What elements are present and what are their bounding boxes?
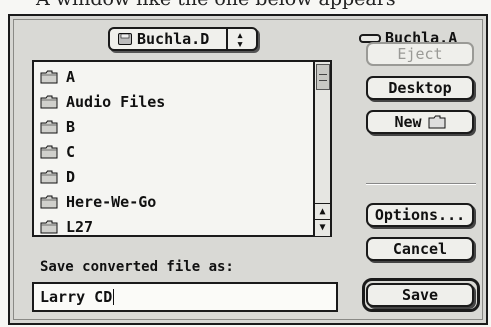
- save-dialog: Buchla.D ▴ ▾ Buchla.A A Audio Files B C D Here…: [8, 14, 488, 325]
- filename-value: Larry CD: [40, 288, 113, 306]
- file-name: A: [66, 67, 76, 86]
- file-list-item[interactable]: Audio Files: [34, 89, 313, 114]
- options-button[interactable]: Options...: [366, 203, 474, 227]
- save-button[interactable]: Save: [366, 283, 474, 307]
- file-list-item[interactable]: D: [34, 164, 313, 189]
- dialog-body: Buchla.D ▴ ▾ Buchla.A A Audio Files B C D Here…: [13, 19, 483, 320]
- new-folder-icon: [428, 115, 446, 129]
- new-folder-label: New: [394, 113, 422, 131]
- text-cursor: [113, 289, 115, 305]
- folder-icon: [40, 195, 58, 208]
- folder-icon: [40, 70, 58, 83]
- scrollbar[interactable]: ▲ ▼: [313, 62, 330, 236]
- file-name: L27: [66, 217, 94, 236]
- button-divider: [366, 183, 476, 185]
- file-list-item[interactable]: C: [34, 139, 313, 164]
- file-name: C: [66, 142, 76, 161]
- file-name: Here-We-Go: [66, 192, 157, 211]
- folder-icon: [40, 220, 58, 233]
- eject-button[interactable]: Eject: [366, 42, 474, 66]
- up-down-arrows-icon: ▴ ▾: [236, 28, 244, 52]
- file-name: D: [66, 167, 76, 186]
- desktop-button[interactable]: Desktop: [366, 76, 474, 100]
- file-list-rows: A Audio Files B C D Here-We-Go L27: [34, 64, 313, 239]
- disk-icon: [118, 33, 132, 45]
- file-list-item[interactable]: B: [34, 114, 313, 139]
- cancel-button[interactable]: Cancel: [366, 237, 474, 261]
- folder-icon: [40, 145, 58, 158]
- scroll-up-arrow-icon[interactable]: ▲: [315, 203, 330, 220]
- popup-label: Buchla.D: [137, 30, 210, 48]
- caption-text: A window like the one below appears: [36, 0, 396, 10]
- file-list-item[interactable]: Here-We-Go: [34, 189, 313, 214]
- save-prompt-label: Save converted file as:: [40, 259, 234, 275]
- file-list-item[interactable]: A: [34, 64, 313, 89]
- folder-icon: [40, 95, 58, 108]
- filename-input[interactable]: Larry CD: [32, 282, 338, 312]
- popup-divider: [226, 29, 228, 49]
- folder-icon: [40, 120, 58, 133]
- file-list-item[interactable]: L27: [34, 214, 313, 239]
- new-folder-button[interactable]: New: [366, 110, 474, 134]
- file-name: B: [66, 117, 76, 136]
- file-name: Audio Files: [66, 92, 166, 111]
- folder-popup-menu[interactable]: Buchla.D ▴ ▾: [108, 27, 258, 51]
- scroll-thumb[interactable]: [316, 64, 330, 90]
- scroll-down-arrow-icon[interactable]: ▼: [315, 219, 330, 236]
- file-list[interactable]: A Audio Files B C D Here-We-Go L27 ▲ ▼: [32, 60, 332, 237]
- folder-icon: [40, 170, 58, 183]
